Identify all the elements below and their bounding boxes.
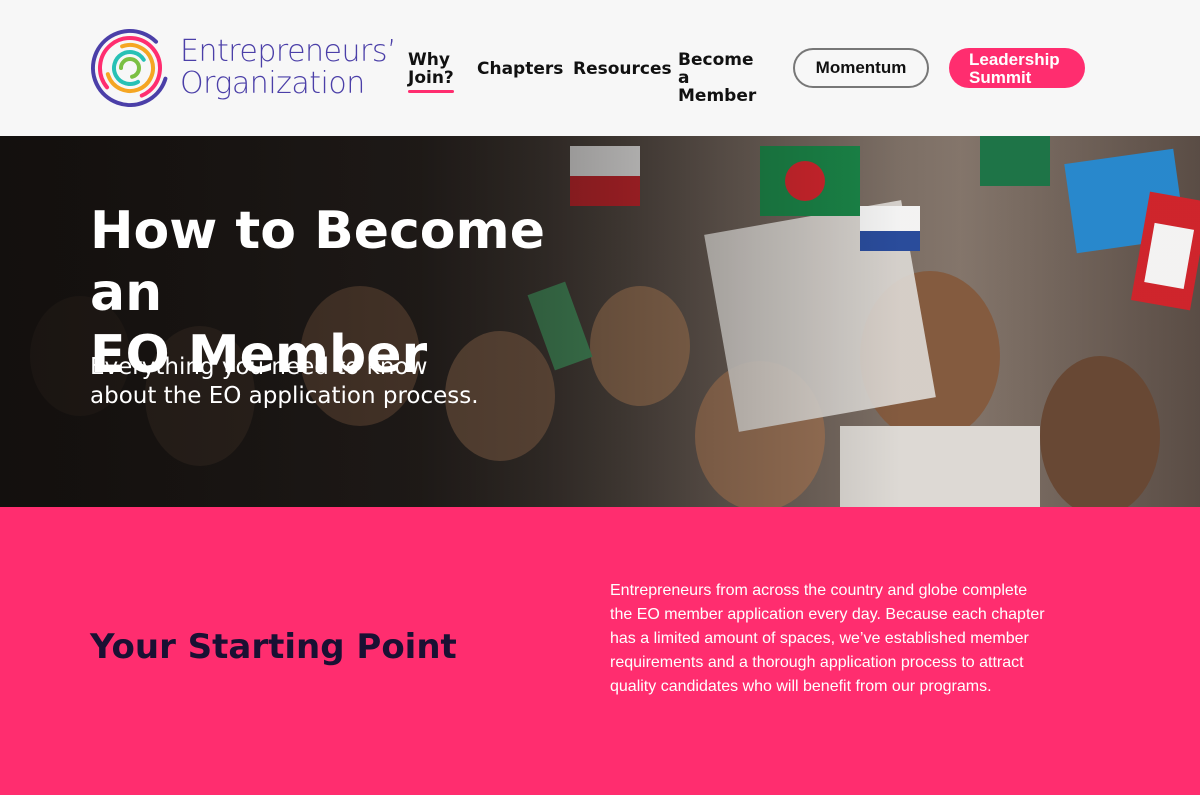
nav-become-member-line2: Member xyxy=(678,86,757,106)
nav-why-join-line2: Join? xyxy=(408,68,454,88)
starting-point-section: Your Starting Point Entrepreneurs from a… xyxy=(0,507,1200,795)
section-heading: Your Starting Point xyxy=(90,627,457,667)
momentum-button[interactable]: Momentum xyxy=(793,48,929,88)
nav-become-member-line1: Become a xyxy=(678,50,754,88)
hero-banner: How to Become an EO Member Everything yo… xyxy=(0,136,1200,507)
summit-button-line2: Summit xyxy=(969,68,1032,87)
nav-why-join[interactable]: Why Join? xyxy=(408,50,454,93)
nav-become-member[interactable]: Become a Member xyxy=(678,51,756,105)
nav-chapters-label: Chapters xyxy=(477,59,564,79)
summit-button-line1: Leadership xyxy=(969,50,1060,69)
logo-line-1: Entrepreneurs’ xyxy=(180,34,397,69)
hero-subtitle-line2: about the EO application process. xyxy=(90,383,479,409)
eo-logo-icon xyxy=(91,29,169,107)
site-header: Entrepreneurs’ Organization Why Join? Ch… xyxy=(0,0,1200,136)
eo-logo-link[interactable]: Entrepreneurs’ Organization xyxy=(90,28,397,108)
logo-line-2: Organization xyxy=(180,66,365,101)
hero-subtitle: Everything you need to know about the EO… xyxy=(90,353,520,411)
logo-wordmark: Entrepreneurs’ Organization xyxy=(180,34,397,101)
nav-resources[interactable]: Resources xyxy=(573,60,672,78)
nav-resources-label: Resources xyxy=(573,59,672,79)
momentum-button-label: Momentum xyxy=(815,58,907,77)
section-body-text: Entrepreneurs from across the country an… xyxy=(610,582,1045,695)
nav-chapters[interactable]: Chapters xyxy=(477,60,563,78)
leadership-summit-button[interactable]: Leadership Summit xyxy=(949,48,1085,88)
hero-subtitle-line1: Everything you need to know xyxy=(90,354,428,380)
hero-title-line1: How to Become an xyxy=(90,201,545,323)
nav-why-join-line1: Why xyxy=(408,50,450,70)
